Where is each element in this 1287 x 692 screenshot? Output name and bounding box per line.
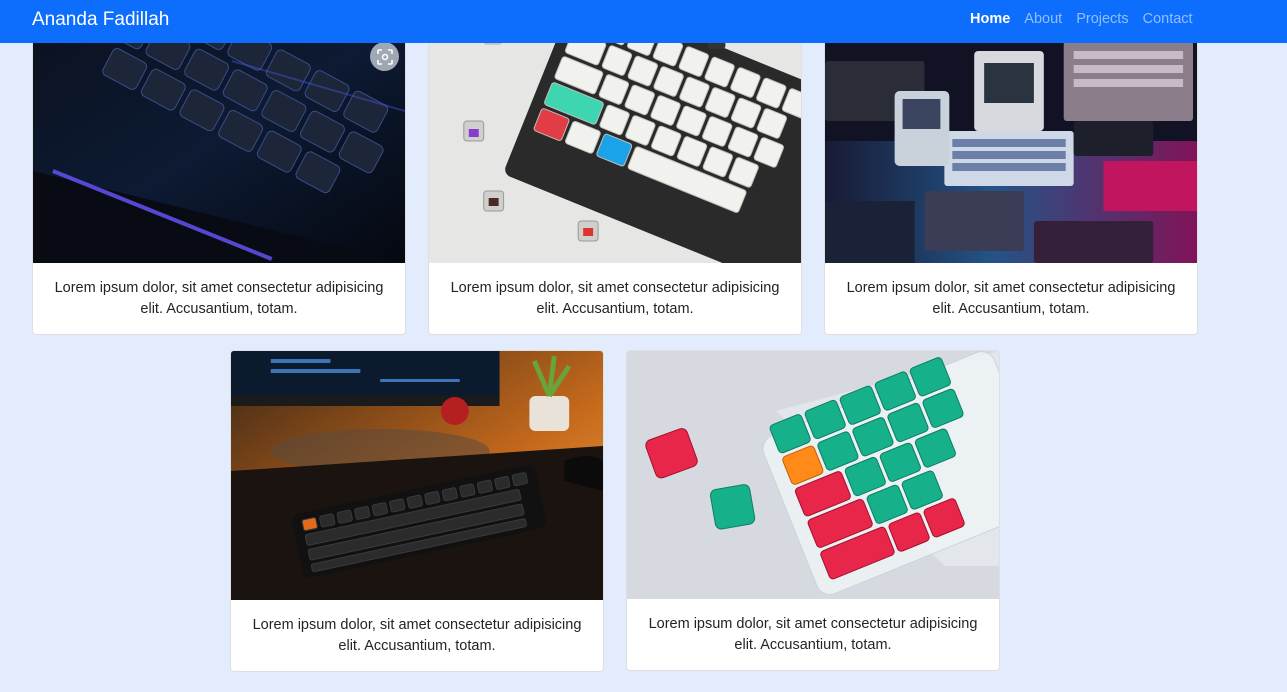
nav-links: Home About Projects Contact — [970, 10, 1207, 28]
project-card-5: Lorem ipsum dolor, sit amet consectetur … — [626, 350, 1000, 671]
card-image-retro-computers — [825, 21, 1197, 263]
nav-link-projects[interactable]: Projects — [1076, 10, 1128, 28]
card-text: Lorem ipsum dolor, sit amet consectetur … — [252, 617, 582, 654]
card-image-colorful-keycaps — [627, 351, 999, 599]
project-card-1: Lorem ipsum dolor, sit amet consectetur … — [32, 20, 406, 335]
card-image-dark-keyboard — [33, 21, 405, 263]
project-card-3: Lorem ipsum dolor, sit amet consectetur … — [824, 20, 1198, 335]
card-text: Lorem ipsum dolor, sit amet consectetur … — [450, 280, 780, 317]
card-image-desk-keyboard — [231, 351, 603, 600]
visual-search-icon[interactable] — [370, 42, 399, 71]
nav-link-about[interactable]: About — [1024, 10, 1062, 28]
project-card-2: Lorem ipsum dolor, sit amet consectetur … — [428, 20, 802, 335]
card-text: Lorem ipsum dolor, sit amet consectetur … — [648, 616, 978, 653]
nav-link-home[interactable]: Home — [970, 10, 1010, 28]
project-card-4: Lorem ipsum dolor, sit amet consectetur … — [230, 350, 604, 672]
card-text: Lorem ipsum dolor, sit amet consectetur … — [846, 280, 1176, 317]
card-image-white-keyboard — [429, 21, 801, 263]
navbar: Ananda Fadillah Home About Projects Cont… — [0, 0, 1287, 43]
nav-link-contact[interactable]: Contact — [1143, 10, 1193, 28]
navbar-brand[interactable]: Ananda Fadillah — [32, 8, 169, 32]
card-text: Lorem ipsum dolor, sit amet consectetur … — [54, 280, 384, 317]
